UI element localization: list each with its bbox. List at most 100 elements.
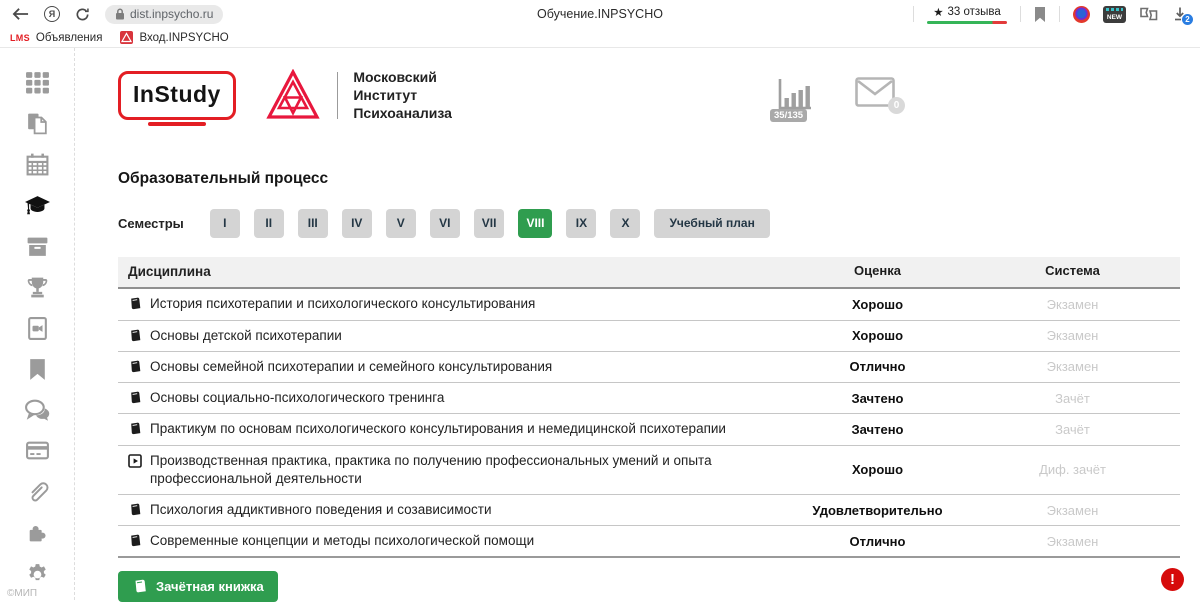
bar-chart-icon bbox=[775, 77, 813, 113]
table-row[interactable]: Современные концепции и методы психологи… bbox=[118, 526, 1180, 558]
system-cell: Зачёт bbox=[965, 391, 1180, 406]
semester-tab-i[interactable]: I bbox=[210, 209, 240, 238]
archive-box-icon bbox=[25, 234, 50, 259]
disciplines-table: Дисциплина Оценка Система История психот… bbox=[118, 257, 1180, 558]
column-header-grade: Оценка bbox=[790, 263, 965, 281]
extension-icon[interactable] bbox=[1073, 6, 1090, 23]
curriculum-plan-button[interactable]: Учебный план bbox=[654, 209, 769, 238]
book-icon bbox=[132, 579, 148, 594]
bookmark-icon bbox=[26, 357, 49, 382]
gradebook-button[interactable]: Зачётная книжка bbox=[118, 571, 278, 602]
system-cell: Экзамен bbox=[965, 503, 1180, 518]
system-cell: Экзамен bbox=[965, 328, 1180, 343]
video-file-icon bbox=[25, 316, 50, 341]
rating-bar bbox=[927, 21, 1007, 24]
semester-tab-x[interactable]: X bbox=[610, 209, 640, 238]
refresh-button[interactable] bbox=[75, 7, 90, 22]
bookmark-flag-icon bbox=[1034, 7, 1046, 22]
grade-cell: Удовлетворительно bbox=[790, 503, 965, 518]
sidebar-item-video-lessons[interactable] bbox=[25, 316, 50, 341]
discipline-cell: Современные концепции и методы психологи… bbox=[128, 532, 790, 550]
table-row[interactable]: Основы социально-психологического тренин… bbox=[118, 383, 1180, 414]
mail-button[interactable]: 0 bbox=[855, 77, 895, 107]
sidebar-item-education[interactable] bbox=[24, 193, 51, 218]
page-title: Образовательный процесс bbox=[118, 170, 1180, 188]
table-row[interactable]: Основы детской психотерапии Хорошо Экзам… bbox=[118, 321, 1180, 352]
gradebook-button-label: Зачётная книжка bbox=[156, 579, 264, 594]
system-cell: Диф. зачёт bbox=[965, 462, 1180, 477]
discipline-cell: Основы детской психотерапии bbox=[128, 327, 790, 345]
sidebar-item-documents[interactable] bbox=[25, 111, 50, 136]
discipline-cell: Психология аддиктивного поведения и соза… bbox=[128, 501, 790, 519]
address-bar[interactable]: dist.inpsycho.ru bbox=[105, 5, 223, 24]
book-icon bbox=[128, 360, 142, 374]
sidebar-item-achievements[interactable] bbox=[25, 275, 50, 300]
semester-tab-viii[interactable]: VIII bbox=[518, 209, 552, 238]
back-button[interactable] bbox=[12, 7, 29, 21]
grade-cell: Хорошо bbox=[790, 462, 965, 477]
grade-cell: Зачтено bbox=[790, 391, 965, 406]
book-icon bbox=[128, 534, 142, 548]
semester-tab-iii[interactable]: III bbox=[298, 209, 328, 238]
bookmark-label: Вход.INPSYCHO bbox=[139, 32, 228, 44]
semester-tab-vii[interactable]: VII bbox=[474, 209, 505, 238]
sidebar-item-extensions[interactable] bbox=[25, 520, 50, 545]
book-icon bbox=[128, 422, 142, 436]
lms-favicon: LMS bbox=[10, 33, 30, 43]
collections-button[interactable] bbox=[1139, 6, 1159, 22]
sidebar-item-bookmarks[interactable] bbox=[26, 357, 49, 382]
paperclip-icon bbox=[25, 479, 50, 504]
bookmark-announcements[interactable]: LMS Объявления bbox=[10, 32, 102, 44]
semester-tab-ix[interactable]: IX bbox=[566, 209, 596, 238]
progress-stats-button[interactable]: 35/135 bbox=[775, 77, 813, 113]
table-row[interactable]: История психотерапии и психологического … bbox=[118, 289, 1180, 320]
mip-logo bbox=[266, 69, 320, 121]
sidebar-item-payments[interactable] bbox=[25, 438, 50, 463]
new-extension-icon[interactable]: NEW bbox=[1103, 6, 1126, 23]
site-reviews[interactable]: ★33 отзыва bbox=[927, 5, 1007, 24]
grade-cell: Хорошо bbox=[790, 328, 965, 343]
gear-icon bbox=[25, 561, 50, 586]
sidebar-item-messages[interactable] bbox=[24, 398, 51, 422]
table-row[interactable]: Психология аддиктивного поведения и соза… bbox=[118, 495, 1180, 526]
page-header: InStudy Московский Институт Психоанализа… bbox=[118, 58, 1180, 132]
grade-cell: Хорошо bbox=[790, 297, 965, 312]
semester-tab-vi[interactable]: VI bbox=[430, 209, 460, 238]
downloads-button[interactable]: 2 bbox=[1172, 6, 1188, 22]
system-cell: Экзамен bbox=[965, 359, 1180, 374]
lock-icon bbox=[115, 8, 125, 20]
bookmark-page-button[interactable] bbox=[1034, 7, 1046, 22]
semester-tab-v[interactable]: V bbox=[386, 209, 416, 238]
discipline-cell: История психотерапии и психологического … bbox=[128, 295, 790, 313]
alert-notification-icon[interactable]: ! bbox=[1161, 568, 1184, 591]
semesters-label: Семестры bbox=[118, 216, 184, 231]
semester-tab-iv[interactable]: IV bbox=[342, 209, 372, 238]
instudy-logo[interactable]: InStudy bbox=[118, 71, 236, 120]
calendar-icon bbox=[25, 152, 50, 177]
sidebar: ©МИП bbox=[0, 48, 75, 600]
sidebar-item-apps-grid[interactable] bbox=[25, 70, 50, 95]
table-row[interactable]: Основы семейной психотерапии и семейного… bbox=[118, 352, 1180, 383]
yandex-browser-icon[interactable]: Я bbox=[44, 6, 60, 22]
discipline-name: Основы социально-психологического тренин… bbox=[150, 389, 444, 407]
table-row[interactable]: Практикум по основам психологического ко… bbox=[118, 414, 1180, 445]
credit-card-icon bbox=[25, 438, 50, 463]
star-icon: ★ bbox=[933, 5, 943, 19]
sidebar-item-attachments[interactable] bbox=[25, 479, 50, 504]
video-icon bbox=[128, 454, 142, 468]
book-icon bbox=[128, 503, 142, 517]
discipline-name: Практикум по основам психологического ко… bbox=[150, 420, 726, 438]
semester-tab-ii[interactable]: II bbox=[254, 209, 284, 238]
discipline-name: История психотерапии и психологического … bbox=[150, 295, 535, 313]
sidebar-item-settings[interactable] bbox=[25, 561, 50, 586]
table-row[interactable]: Производственная практика, практика по п… bbox=[118, 446, 1180, 495]
system-cell: Экзамен bbox=[965, 297, 1180, 312]
disciplines-body: История психотерапии и психологического … bbox=[118, 289, 1180, 558]
bookmark-login-inpsycho[interactable]: Вход.INPSYCHO bbox=[120, 31, 228, 44]
url-text: dist.inpsycho.ru bbox=[130, 7, 213, 21]
sidebar-item-calendar[interactable] bbox=[25, 152, 50, 177]
sidebar-item-archive[interactable] bbox=[25, 234, 50, 259]
book-icon bbox=[128, 297, 142, 311]
divider bbox=[337, 72, 339, 119]
divider bbox=[1059, 6, 1060, 22]
